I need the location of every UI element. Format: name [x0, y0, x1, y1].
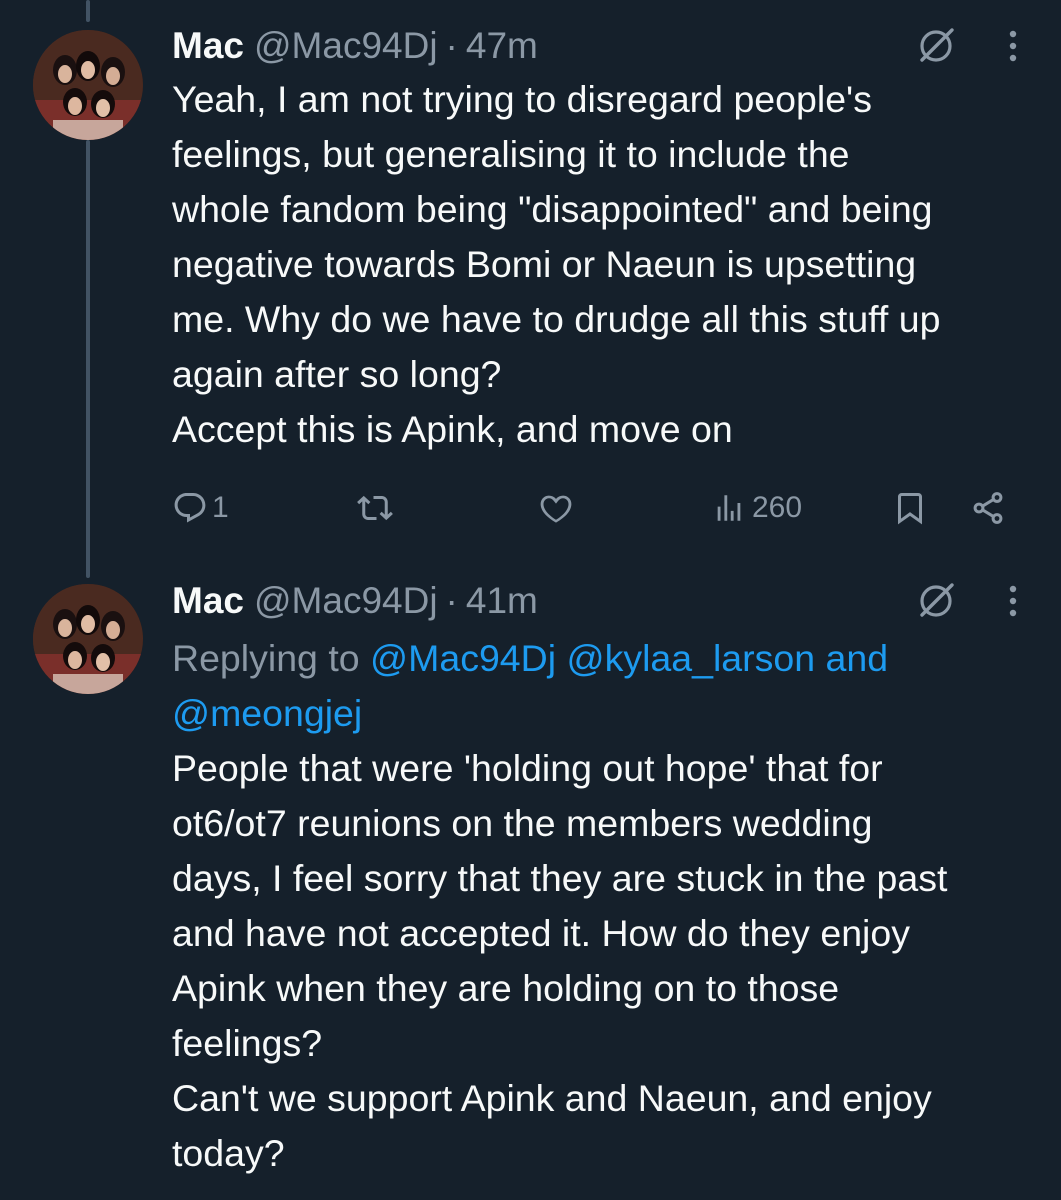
tweet-header-icons	[914, 22, 1032, 70]
replying-to-label: Replying to	[172, 637, 371, 679]
grok-icon[interactable]	[914, 24, 958, 68]
tweet-header-icons	[914, 577, 1032, 625]
tweet-header: Mac @Mac94Dj · 47m	[172, 22, 1032, 70]
tweet-2[interactable]: Mac @Mac94Dj · 41m Replying to @Mac94Dj …	[172, 577, 1032, 1181]
mention-link[interactable]: @meongjej	[172, 692, 362, 734]
tweet-text: People that were 'holding out hope' that…	[172, 747, 948, 1174]
views-icon	[717, 495, 741, 521]
separator-dot: ·	[445, 25, 458, 66]
user-handle[interactable]: @Mac94Dj	[254, 25, 438, 67]
mention-link[interactable]: @Mac94Dj	[370, 637, 556, 679]
mention-link[interactable]: @kylaa_larson	[567, 637, 816, 679]
grok-icon[interactable]	[914, 579, 958, 623]
replying-to: Replying to @Mac94Dj @kylaa_larson and @m…	[172, 631, 1032, 741]
thread-line-top	[86, 0, 90, 22]
display-name[interactable]: Mac	[172, 580, 244, 622]
more-vertical-icon[interactable]	[1006, 28, 1020, 64]
timestamp[interactable]: 47m	[466, 25, 538, 67]
reply-icon	[174, 493, 206, 523]
user-handle[interactable]: @Mac94Dj	[254, 580, 438, 622]
mention-and: and	[825, 637, 889, 679]
reply-button[interactable]: 1	[172, 484, 229, 532]
like-button[interactable]	[538, 484, 574, 532]
bookmark-button[interactable]	[892, 484, 928, 532]
separator-dot: ·	[445, 580, 458, 621]
bookmark-icon	[898, 493, 922, 525]
retweet-button[interactable]	[357, 484, 393, 532]
reply-count: 1	[212, 491, 229, 524]
views-count: 260	[752, 491, 803, 524]
share-button[interactable]	[970, 484, 1006, 532]
avatar[interactable]	[33, 30, 143, 140]
thread-line-connector	[86, 140, 90, 578]
views-button[interactable]: 260	[712, 484, 802, 532]
share-icon	[973, 492, 1003, 524]
retweet-icon	[357, 495, 393, 521]
more-vertical-icon[interactable]	[1006, 583, 1020, 619]
avatar[interactable]	[33, 584, 143, 694]
heart-icon	[540, 495, 572, 523]
tweet-header: Mac @Mac94Dj · 41m	[172, 577, 1032, 625]
timestamp[interactable]: 41m	[466, 580, 538, 622]
tweet-actions: 1 260	[172, 484, 1012, 532]
tweet-text: Yeah, I am not trying to disregard peopl…	[172, 78, 941, 450]
tweet-1[interactable]: Mac @Mac94Dj · 47m Yeah, I am not trying…	[172, 22, 1032, 457]
display-name[interactable]: Mac	[172, 25, 244, 67]
